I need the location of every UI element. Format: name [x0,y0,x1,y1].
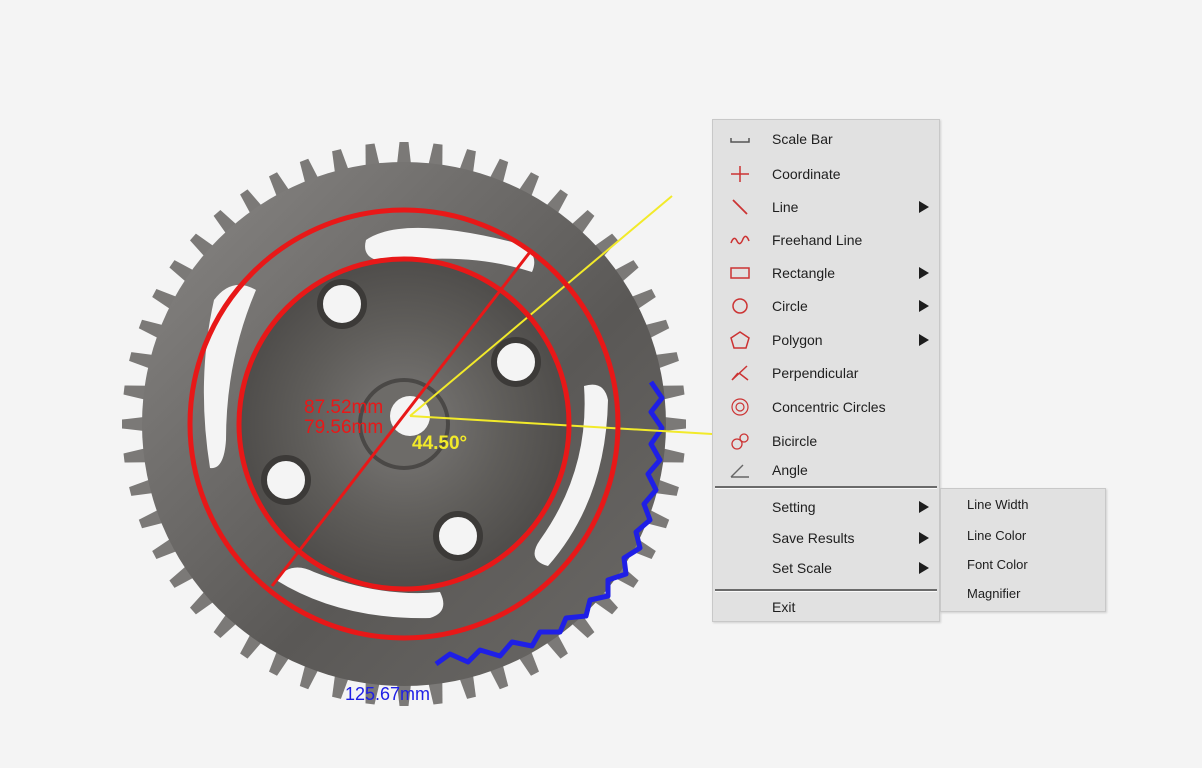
menu-item-rectangle[interactable]: Rectangle [713,260,937,286]
submenu-arrow-icon [919,300,929,312]
submenu-arrow-icon [919,532,929,544]
inner-diameter-label: 79.56mm [304,417,384,438]
submenu-item-magnifier[interactable]: Magnifier [941,582,1103,606]
perpendicular-icon [729,364,751,382]
menu-item-freehand-line[interactable]: Freehand Line [713,227,937,253]
menu-item-setting[interactable]: Setting [713,494,937,520]
submenu-item-line-color[interactable]: Line Color [941,524,1103,548]
menu-item-line[interactable]: Line [713,194,937,220]
menu-item-save-results[interactable]: Save Results [713,525,937,551]
submenu-item-font-color[interactable]: Font Color [941,553,1103,577]
context-menu: Scale Bar Coordinate Line Freehand Line … [712,119,940,622]
line-icon [729,198,751,216]
menu-item-coordinate[interactable]: Coordinate [713,161,937,187]
submenu-item-line-width[interactable]: Line Width [941,493,1103,517]
submenu-arrow-icon [919,562,929,574]
menu-item-scale-bar[interactable]: Scale Bar [713,126,937,152]
angle-icon [729,461,751,479]
image-canvas[interactable]: 87.52mm 79.56mm 44.50° 125.67mm [0,0,1202,768]
submenu-arrow-icon [919,267,929,279]
menu-item-bicircle[interactable]: Bicircle [713,428,937,454]
menu-separator [715,486,937,489]
arc-length-label: 125.67mm [345,684,431,704]
menu-item-angle[interactable]: Angle [713,457,937,483]
submenu-arrow-icon [919,334,929,346]
scale-bar-icon [729,130,751,148]
setting-submenu: Line Width Line Color Font Color Magnifi… [940,488,1106,612]
gear-image [122,142,713,706]
menu-item-concentric-circles[interactable]: Concentric Circles [713,394,937,420]
concentric-circles-icon [729,398,751,416]
submenu-arrow-icon [919,201,929,213]
coordinate-icon [729,165,751,183]
submenu-arrow-icon [919,501,929,513]
menu-item-circle[interactable]: Circle [713,293,937,319]
rectangle-icon [729,264,751,282]
menu-item-perpendicular[interactable]: Perpendicular [713,360,937,386]
freehand-line-icon [729,231,751,249]
menu-item-set-scale[interactable]: Set Scale [713,555,937,581]
circle-icon [729,297,751,315]
menu-separator [715,589,937,592]
bicircle-icon [729,432,751,450]
menu-item-exit[interactable]: Exit [713,594,937,620]
menu-item-polygon[interactable]: Polygon [713,327,937,353]
angle-label: 44.50° [412,433,468,454]
polygon-icon [729,331,751,349]
outer-diameter-label: 87.52mm [304,397,384,418]
